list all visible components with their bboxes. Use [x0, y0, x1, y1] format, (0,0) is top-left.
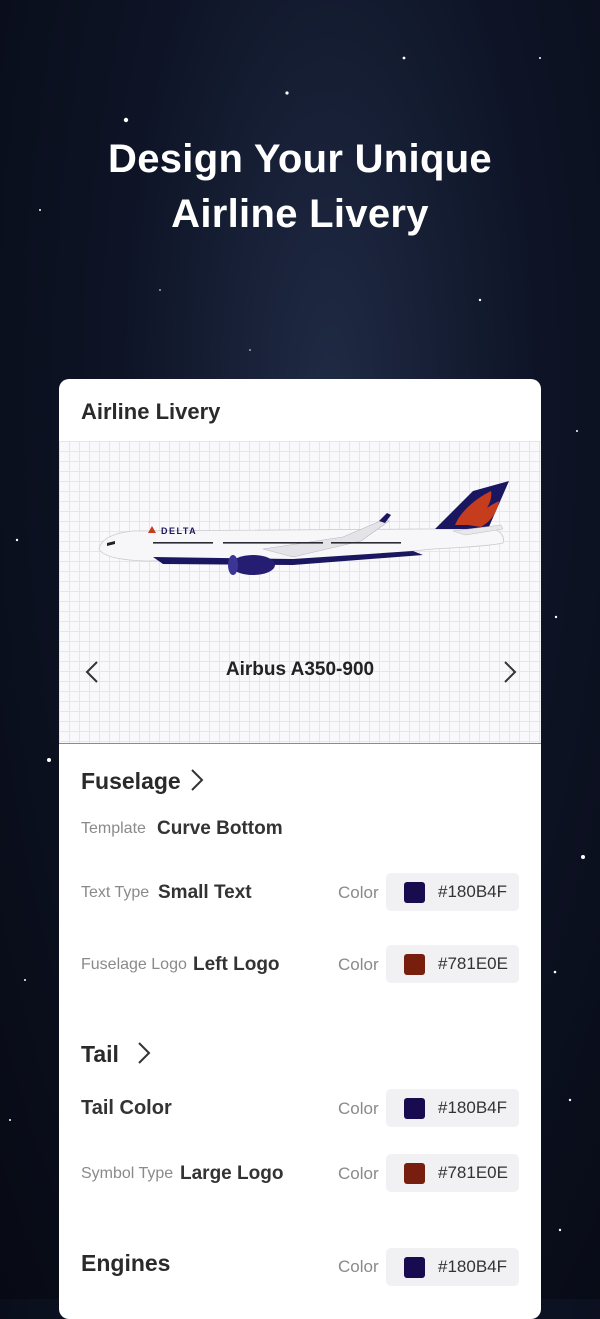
aircraft-preview: DELTA Airbus A350-900	[59, 441, 541, 744]
text-color-label: Color	[338, 883, 379, 902]
tail-color-hex: #180B4F	[438, 1098, 507, 1117]
aircraft-model-name: Airbus A350-900	[225, 659, 375, 680]
engines-color-picker[interactable]: #180B4F	[386, 1248, 519, 1286]
headline-line-1: Design Your Unique	[108, 137, 492, 181]
fuselage-brand-text: DELTA	[161, 526, 197, 536]
symbol-color-hex: #781E0E	[438, 1163, 508, 1182]
tail-color-label-2: Color	[338, 1099, 379, 1118]
logo-color-hex: #781E0E	[438, 954, 508, 973]
fuselage-expand-chevron-icon[interactable]	[186, 767, 206, 793]
livery-card: Airline Livery DELTA Airbus A350-900 Fus…	[59, 379, 541, 1319]
logo-color-label: Color	[338, 955, 379, 974]
tail-color-label: Tail Color	[81, 1097, 172, 1119]
fuselage-section-title: Fuselage	[81, 768, 181, 794]
engines-section-title: Engines	[81, 1250, 171, 1276]
text-color-picker[interactable]: #180B4F	[386, 873, 519, 911]
tail-color-picker[interactable]: #180B4F	[386, 1089, 519, 1127]
aircraft-illustration: DELTA	[98, 481, 509, 575]
symbol-color-swatch	[404, 1163, 425, 1184]
text-color-hex: #180B4F	[438, 882, 507, 901]
text-type-label: Text Type	[81, 884, 150, 901]
text-color-swatch	[404, 882, 425, 903]
tail-section-title: Tail	[81, 1041, 119, 1067]
engines-color-swatch	[404, 1257, 425, 1278]
symbol-type-value[interactable]: Large Logo	[180, 1163, 283, 1185]
next-aircraft-button[interactable]	[493, 657, 523, 687]
tail-expand-chevron-icon[interactable]	[133, 1040, 153, 1066]
symbol-color-picker[interactable]: #781E0E	[386, 1154, 519, 1192]
symbol-type-label: Symbol Type	[81, 1165, 174, 1182]
template-value[interactable]: Curve Bottom	[157, 818, 283, 840]
logo-color-swatch	[404, 954, 425, 975]
engines-color-hex: #180B4F	[438, 1257, 507, 1276]
card-title: Airline Livery	[81, 399, 221, 424]
page-headline: Design Your Unique Airline Livery	[0, 132, 600, 242]
text-type-value[interactable]: Small Text	[158, 882, 252, 904]
template-label: Template	[81, 820, 146, 837]
fuselage-logo-value[interactable]: Left Logo	[193, 954, 280, 976]
symbol-color-label: Color	[338, 1164, 379, 1183]
headline-line-2: Airline Livery	[171, 192, 429, 236]
engines-color-label: Color	[338, 1257, 379, 1276]
fuselage-logo-label: Fuselage Logo	[81, 956, 187, 973]
tail-color-swatch	[404, 1098, 425, 1119]
logo-color-picker[interactable]: #781E0E	[386, 945, 519, 983]
